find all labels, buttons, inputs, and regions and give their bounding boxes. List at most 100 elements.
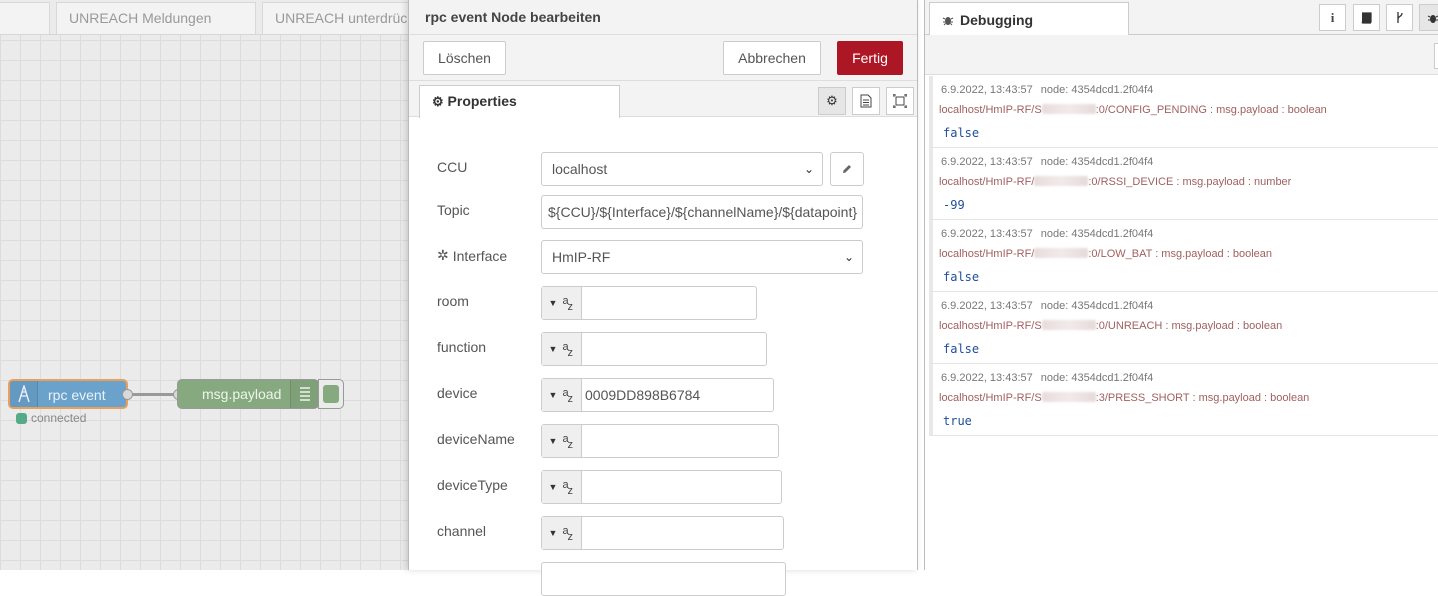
debug-message[interactable]: 6.9.2022, 13:43:57node: 4354dcd1.2f04f4 …	[929, 220, 1438, 292]
interface-select[interactable]: HmIP-RF ⌄	[541, 240, 863, 274]
rpc-event-node[interactable]: rpc event	[8, 379, 128, 409]
topic-prefix: localhost/HmIP-RF/S	[939, 104, 1042, 116]
debug-filter-button[interactable]	[1434, 43, 1438, 69]
message-value: false	[943, 126, 979, 140]
frame-icon	[893, 94, 907, 108]
debug-node-toggle[interactable]	[318, 379, 344, 409]
string-type-icon: az	[562, 295, 574, 311]
type-selector-button[interactable]: ▼ az	[542, 379, 582, 411]
tab-properties[interactable]: ⚙ Properties	[419, 85, 620, 118]
message-meta: 6.9.2022, 13:43:57 node: 4354dcd1.2f04f4	[941, 300, 1153, 312]
string-type-icon: az	[562, 341, 574, 357]
topic-prefix: localhost/HmIP-RF/	[939, 248, 1034, 260]
debug-message[interactable]: 6.9.2022, 13:43:57node: 4354dcd1.2f04f4 …	[929, 76, 1438, 148]
tab-debugging-label: Debugging	[960, 5, 1033, 35]
topic-suffix: :0/CONFIG_PENDING : msg.payload : boolea…	[1096, 104, 1327, 116]
room-input[interactable]: ▼ az	[541, 286, 757, 320]
delete-button[interactable]: Löschen	[423, 41, 506, 75]
type-selector-button[interactable]: ▼ az	[542, 471, 582, 503]
message-value: true	[943, 414, 972, 428]
row-channel: channel ▼ az	[437, 516, 897, 550]
description-tab-button[interactable]	[852, 87, 880, 115]
string-type-icon: az	[562, 387, 574, 403]
debug-node[interactable]: msg.payload	[177, 379, 319, 409]
workspace-tab-unreach-unterdruecken[interactable]: UNREACH unterdrücken	[262, 2, 408, 34]
rpc-node-status: connected	[16, 411, 86, 425]
caret-down-icon: ▼	[549, 482, 558, 492]
info-tab-button[interactable]: i	[1319, 4, 1346, 31]
appearance-tab-button[interactable]	[886, 87, 914, 115]
gear-icon: ⚙	[432, 94, 444, 109]
row-device: device ▼ az 0009DD898B6784	[437, 378, 897, 412]
message-meta: 6.9.2022, 13:43:57 node: 4354dcd1.2f04f4	[941, 156, 1153, 168]
message-topic: localhost/HmIP-RF/ :0/LOW_BAT : msg.paylo…	[939, 248, 1272, 260]
string-type-icon: az	[562, 525, 574, 541]
next-field-input[interactable]	[541, 562, 786, 596]
devicetype-label: deviceType	[437, 477, 508, 493]
document-icon	[860, 94, 872, 108]
device-value: 0009DD898B6784	[585, 379, 700, 411]
caret-down-icon: ▼	[549, 436, 558, 446]
device-label: device	[437, 385, 477, 401]
interface-label-wrap: ✲ Interface	[437, 247, 507, 264]
string-type-icon: az	[562, 479, 574, 495]
wire[interactable]	[132, 393, 178, 396]
redacted-device-name	[1042, 320, 1096, 330]
function-input[interactable]: ▼ az	[541, 332, 767, 366]
workspace[interactable]: UNREACH Meldungen UNREACH unterdrücken r…	[0, 0, 408, 570]
message-node[interactable]: node: 4354dcd1.2f04f4	[1041, 372, 1154, 384]
channel-input[interactable]: ▼ az	[541, 516, 784, 550]
row-next-cutoff	[437, 562, 897, 596]
debug-message[interactable]: 6.9.2022, 13:43:57node: 4354dcd1.2f04f4 …	[929, 148, 1438, 220]
editor-tabs: ⚙ Properties ⚙	[409, 81, 917, 117]
message-node[interactable]: node: 4354dcd1.2f04f4	[1041, 228, 1154, 240]
pencil-icon	[841, 163, 853, 175]
redacted-device-name	[1042, 392, 1096, 402]
message-value: false	[943, 270, 979, 284]
help-tab-button[interactable]	[1353, 4, 1380, 31]
row-devicetype: deviceType ▼ az	[437, 470, 897, 504]
row-room: room ▼ az	[437, 286, 897, 320]
devicename-label: deviceName	[437, 431, 515, 447]
topic-suffix: :0/LOW_BAT : msg.payload : boolean	[1088, 248, 1272, 260]
topic-input[interactable]: ${CCU}/${Interface}/${channelName}/${dat…	[541, 195, 863, 229]
bug-icon	[1427, 12, 1438, 24]
workspace-tab-unreach-meldungen[interactable]: UNREACH Meldungen	[56, 2, 256, 34]
done-button[interactable]: Fertig	[837, 41, 903, 75]
debug-message[interactable]: 6.9.2022, 13:43:57node: 4354dcd1.2f04f4 …	[929, 364, 1438, 436]
devicetype-input[interactable]: ▼ az	[541, 470, 782, 504]
type-selector-button[interactable]: ▼ az	[542, 517, 582, 549]
workspace-tab-hidden[interactable]	[0, 2, 50, 34]
debug-tab-button[interactable]	[1419, 4, 1438, 31]
branch-icon	[1395, 11, 1405, 24]
topic-prefix: localhost/HmIP-RF/S	[939, 320, 1042, 332]
type-selector-button[interactable]: ▼ az	[542, 425, 582, 457]
message-node[interactable]: node: 4354dcd1.2f04f4	[1041, 300, 1154, 312]
ccu-select[interactable]: localhost ⌄	[541, 152, 823, 186]
caret-down-icon: ▼	[549, 528, 558, 538]
redacted-device-name	[1034, 248, 1088, 258]
tab-debugging[interactable]: Debugging	[929, 2, 1129, 36]
type-selector-button[interactable]: ▼ az	[542, 287, 582, 319]
message-value: -99	[943, 198, 965, 212]
debug-messages: 6.9.2022, 13:43:57node: 4354dcd1.2f04f4 …	[929, 76, 1438, 436]
ccu-edit-button[interactable]	[830, 152, 864, 186]
settings-tab-button[interactable]: ⚙	[818, 87, 846, 115]
devicename-input[interactable]: ▼ az	[541, 424, 779, 458]
cancel-button[interactable]: Abbrechen	[723, 41, 821, 75]
sidebar-tabs: Debugging i	[925, 0, 1438, 35]
message-time: 6.9.2022, 13:43:57	[941, 300, 1033, 312]
type-selector-button[interactable]: ▼ az	[542, 333, 582, 365]
caret-down-icon: ▼	[549, 390, 558, 400]
row-ccu: CCU localhost ⌄	[437, 152, 897, 186]
string-type-icon: az	[562, 433, 574, 449]
message-topic: localhost/HmIP-RF/:0/RSSI_DEVICE : msg.p…	[939, 176, 1291, 188]
device-input[interactable]: ▼ az 0009DD898B6784	[541, 378, 774, 412]
message-node[interactable]: node: 4354dcd1.2f04f4	[1041, 156, 1154, 168]
debug-message[interactable]: 6.9.2022, 13:43:57node: 4354dcd1.2f04f4 …	[929, 292, 1438, 364]
git-tab-button[interactable]	[1386, 4, 1413, 31]
row-interface: ✲ Interface HmIP-RF ⌄	[437, 240, 897, 274]
chevron-down-icon: ⌄	[844, 241, 854, 273]
message-time: 6.9.2022, 13:43:57	[941, 156, 1033, 168]
message-node[interactable]: node: 4354dcd1.2f04f4	[1041, 84, 1154, 96]
